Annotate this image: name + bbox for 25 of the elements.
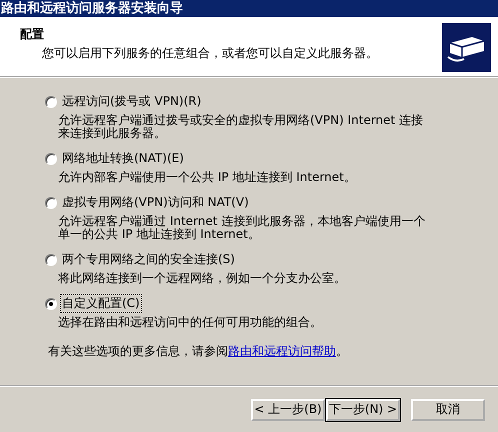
option-description: 允许内部客户端使用一个公共 IP 地址连接到 Internet。 (58, 171, 357, 184)
cancel-button[interactable]: 取消 (411, 398, 485, 420)
option-description: 允许远程客户端通过 Internet 连接到此服务器，本地客户端使用一个单一的公共 IP 地址连接到 Internet。 (58, 215, 426, 241)
network-card-icon (442, 23, 491, 72)
radio-option[interactable]: 远程访问(拨号或 VPN)(R) (45, 93, 478, 110)
option-description: 选择在路由和远程访问中的任何可用功能的组合。 (58, 316, 323, 329)
radio-option[interactable]: 自定义配置(C) (45, 295, 478, 312)
help-text: 有关这些选项的更多信息，请参阅 (48, 344, 228, 358)
help-link[interactable]: 路由和远程访问帮助 (228, 344, 336, 358)
radio-option[interactable]: 网络地址转换(NAT)(E) (45, 150, 478, 167)
window-title: 路由和远程访问服务器安装向导 (0, 0, 498, 17)
option-description: 将此网络连接到一个远程网络，例如一个分支办公室。 (58, 272, 347, 285)
page-subtitle: 您可以启用下列服务的任意组合，或者您可以自定义此服务器。 (42, 45, 378, 62)
radio-button[interactable] (45, 254, 57, 266)
radio-option[interactable]: 两个专用网络之间的安全连接(S) (45, 251, 478, 268)
help-text-end: 。 (336, 344, 348, 358)
option-description: 允许远程客户端通过拨号或安全的虚拟专用网络(VPN) Internet 连接来连接到此服务器。 (58, 114, 424, 140)
radio-button[interactable] (45, 298, 57, 310)
radio-button[interactable] (45, 96, 57, 108)
radio-button[interactable] (45, 196, 57, 208)
radio-option[interactable]: 虚拟专用网络(VPN)访问和 NAT(V) (45, 194, 478, 211)
next-button[interactable]: 下一步(N) > (326, 398, 400, 420)
back-button[interactable]: < 上一步(B) (251, 398, 325, 420)
page-title: 配置 (20, 26, 45, 43)
radio-button[interactable] (45, 152, 57, 164)
